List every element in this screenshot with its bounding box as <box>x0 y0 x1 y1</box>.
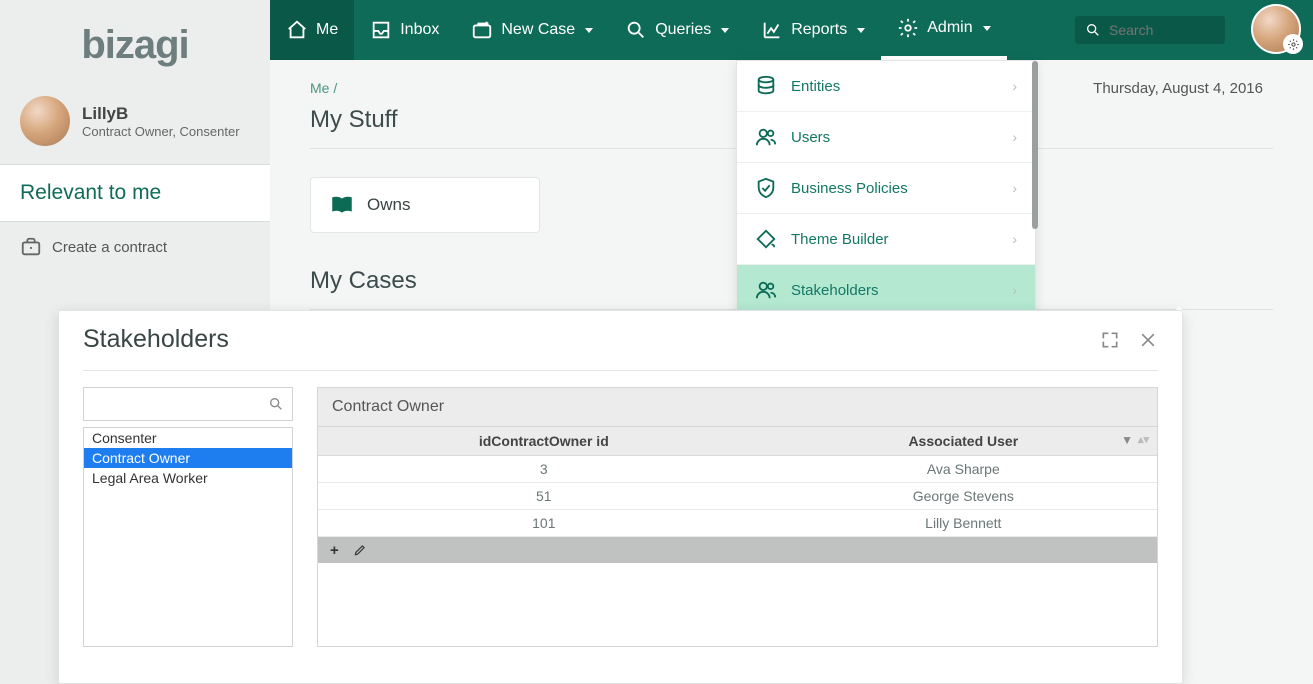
nav-label: Admin <box>927 19 972 37</box>
nav-inbox[interactable]: Inbox <box>354 0 455 60</box>
dd-label: Users <box>791 129 830 146</box>
role-search[interactable] <box>83 387 293 421</box>
nav-newcase[interactable]: New Case <box>455 0 609 60</box>
settings-badge[interactable] <box>1283 34 1303 54</box>
sidebar-item-create-contract[interactable]: Create a contract <box>0 222 270 272</box>
breadcrumb-seg[interactable]: Me <box>310 80 329 96</box>
avatar <box>20 96 70 146</box>
date-label: Thursday, August 4, 2016 <box>1093 80 1263 97</box>
admin-item-policies[interactable]: Business Policies › <box>737 163 1035 214</box>
role-item-contract-owner[interactable]: Contract Owner <box>84 448 292 468</box>
nav-label: New Case <box>501 21 575 39</box>
nav-reports[interactable]: Reports <box>745 0 881 60</box>
breadcrumb-sep: / <box>333 80 337 96</box>
role-list: Consenter Contract Owner Legal Area Work… <box>83 387 293 647</box>
topbar: Me Inbox New Case Queries Reports Admin <box>270 0 1313 60</box>
nav: Me Inbox New Case Queries Reports Admin <box>270 0 1007 60</box>
role-item-consenter[interactable]: Consenter <box>84 428 292 448</box>
gear-icon <box>897 17 919 39</box>
logo: bizagi <box>0 0 270 90</box>
dd-label: Stakeholders <box>791 282 879 299</box>
search-icon <box>1085 22 1101 38</box>
owns-card[interactable]: Owns <box>310 177 540 233</box>
paint-icon <box>755 228 777 250</box>
nav-me[interactable]: Me <box>270 0 354 60</box>
dd-label: Business Policies <box>791 180 908 197</box>
table-title: Contract Owner <box>318 388 1157 427</box>
admin-item-users[interactable]: Users › <box>737 112 1035 163</box>
filter-icon[interactable]: ▼ <box>1121 433 1133 447</box>
chevron-down-icon <box>983 26 991 31</box>
nav-label: Me <box>316 21 338 39</box>
panel-title: Stakeholders <box>83 325 229 354</box>
search-icon <box>268 396 284 412</box>
chevron-right-icon: › <box>1012 78 1017 94</box>
chevron-right-icon: › <box>1012 129 1017 145</box>
chevron-right-icon: › <box>1012 282 1017 298</box>
user-card[interactable]: LillyB Contract Owner, Consenter <box>0 90 270 164</box>
role-item-legal[interactable]: Legal Area Worker <box>84 468 292 488</box>
admin-item-theme[interactable]: Theme Builder › <box>737 214 1035 265</box>
sidebar-item-label: Create a contract <box>52 239 167 256</box>
sort-icon[interactable]: ▴▾ <box>1138 433 1149 446</box>
admin-item-stakeholders[interactable]: Stakeholders › <box>737 265 1035 315</box>
search-input[interactable] <box>1109 22 1215 38</box>
edit-icon[interactable] <box>353 543 367 557</box>
scrollbar[interactable] <box>1032 61 1038 229</box>
add-row-button[interactable]: + <box>330 542 339 559</box>
col-user[interactable]: Associated User ▼ ▴▾ <box>770 427 1157 456</box>
book-icon <box>329 192 355 218</box>
chevron-down-icon <box>585 28 593 33</box>
chevron-down-icon <box>857 28 865 33</box>
chevron-right-icon: › <box>1012 180 1017 196</box>
chart-icon <box>761 19 783 41</box>
chevron-right-icon: › <box>1012 231 1017 247</box>
users-icon <box>755 126 777 148</box>
sidebar-item-relevant[interactable]: Relevant to me <box>0 164 270 222</box>
nav-admin[interactable]: Admin <box>881 0 1006 60</box>
table-row[interactable]: 51George Stevens <box>318 483 1157 510</box>
col-id[interactable]: idContractOwner id <box>318 427 770 456</box>
table-row[interactable]: 3Ava Sharpe <box>318 456 1157 483</box>
search-icon <box>625 19 647 41</box>
user-name: LillyB <box>82 104 240 124</box>
chevron-down-icon <box>721 28 729 33</box>
owner-table: Contract Owner idContractOwner id Associ… <box>317 387 1158 647</box>
admin-dropdown: Entities › Users › Business Policies › T… <box>736 60 1036 316</box>
home-icon <box>286 19 308 41</box>
nav-label: Queries <box>655 21 711 39</box>
dd-label: Entities <box>791 78 840 95</box>
sidebar-item-label: Relevant to me <box>20 181 161 204</box>
table-footer: + <box>318 537 1157 563</box>
nav-label: Inbox <box>400 21 439 39</box>
logo-text: bizagi <box>81 23 188 68</box>
newcase-icon <box>471 19 493 41</box>
database-icon <box>755 75 777 97</box>
search-box[interactable] <box>1075 16 1225 44</box>
inbox-icon <box>370 19 392 41</box>
owns-label: Owns <box>367 195 410 215</box>
stakeholders-icon <box>755 279 777 301</box>
shield-icon <box>755 177 777 199</box>
admin-item-entities[interactable]: Entities › <box>737 61 1035 112</box>
nav-queries[interactable]: Queries <box>609 0 745 60</box>
expand-icon[interactable] <box>1100 330 1120 350</box>
table-row[interactable]: 101Lilly Bennett <box>318 510 1157 537</box>
nav-label: Reports <box>791 21 847 39</box>
stakeholders-panel: Stakeholders Consenter Contract Owner Le… <box>58 310 1183 684</box>
close-icon[interactable] <box>1138 330 1158 350</box>
dd-label: Theme Builder <box>791 231 889 248</box>
gear-icon <box>1287 38 1300 51</box>
briefcase-icon <box>20 236 42 258</box>
user-role: Contract Owner, Consenter <box>82 124 240 139</box>
